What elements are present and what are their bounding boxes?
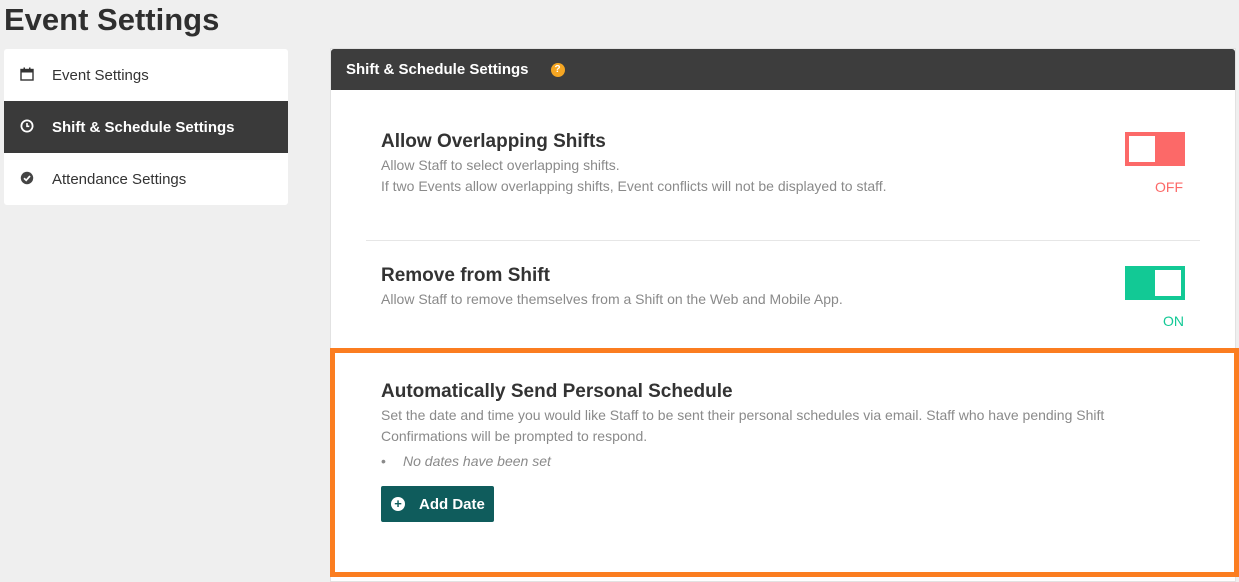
sidebar-item-label: Event Settings [52,66,149,84]
list-item: • No dates have been set [381,453,1181,469]
bullet-icon: • [381,453,386,469]
divider [366,240,1200,241]
overlapping-shifts-state: OFF [1155,179,1183,195]
sidebar-item-label: Attendance Settings [52,170,187,188]
setting-title: Allow Overlapping Shifts [381,131,606,152]
toggle-knob [1155,270,1181,296]
clock-icon [20,119,34,133]
toggle-knob [1129,136,1155,162]
add-date-label: Add Date [419,495,485,513]
panel-header: Shift & Schedule Settings ? [331,49,1235,90]
setting-title: Automatically Send Personal Schedule [381,381,733,402]
add-date-button[interactable]: + Add Date [381,486,494,522]
setting-description-line: Allow Staff to select overlapping shifts… [381,157,620,173]
setting-description-line: If two Events allow overlapping shifts, … [381,178,887,194]
setting-auto-send-schedule: Automatically Send Personal Schedule Set… [381,381,1181,469]
empty-dates-note: No dates have been set [403,453,551,469]
sidebar-item-event-settings[interactable]: Event Settings [4,49,288,101]
sidebar: Event Settings Shift & Schedule Settings… [4,49,288,205]
setting-title: Remove from Shift [381,265,550,286]
setting-description: Allow Staff to remove themselves from a … [381,291,843,307]
page-title: Event Settings [4,2,220,37]
remove-from-shift-toggle[interactable] [1125,266,1185,300]
calendar-icon [20,67,34,81]
setting-description: Set the date and time you would like Sta… [381,407,1105,444]
setting-description: Allow Staff to select overlapping shifts… [381,155,901,197]
plus-circle-icon: + [391,497,405,511]
help-icon[interactable]: ? [550,62,565,77]
sidebar-item-label: Shift & Schedule Settings [52,118,235,136]
remove-from-shift-state: ON [1163,313,1184,329]
setting-overlapping-shifts: Allow Overlapping Shifts Allow Staff to … [381,131,901,197]
overlapping-shifts-toggle[interactable] [1125,132,1185,166]
check-circle-icon [20,171,34,185]
sidebar-item-attendance-settings[interactable]: Attendance Settings [4,153,288,205]
sidebar-item-shift-schedule-settings[interactable]: Shift & Schedule Settings [4,101,288,153]
setting-remove-from-shift: Remove from Shift Allow Staff to remove … [381,265,1081,310]
panel-title: Shift & Schedule Settings [346,61,529,78]
